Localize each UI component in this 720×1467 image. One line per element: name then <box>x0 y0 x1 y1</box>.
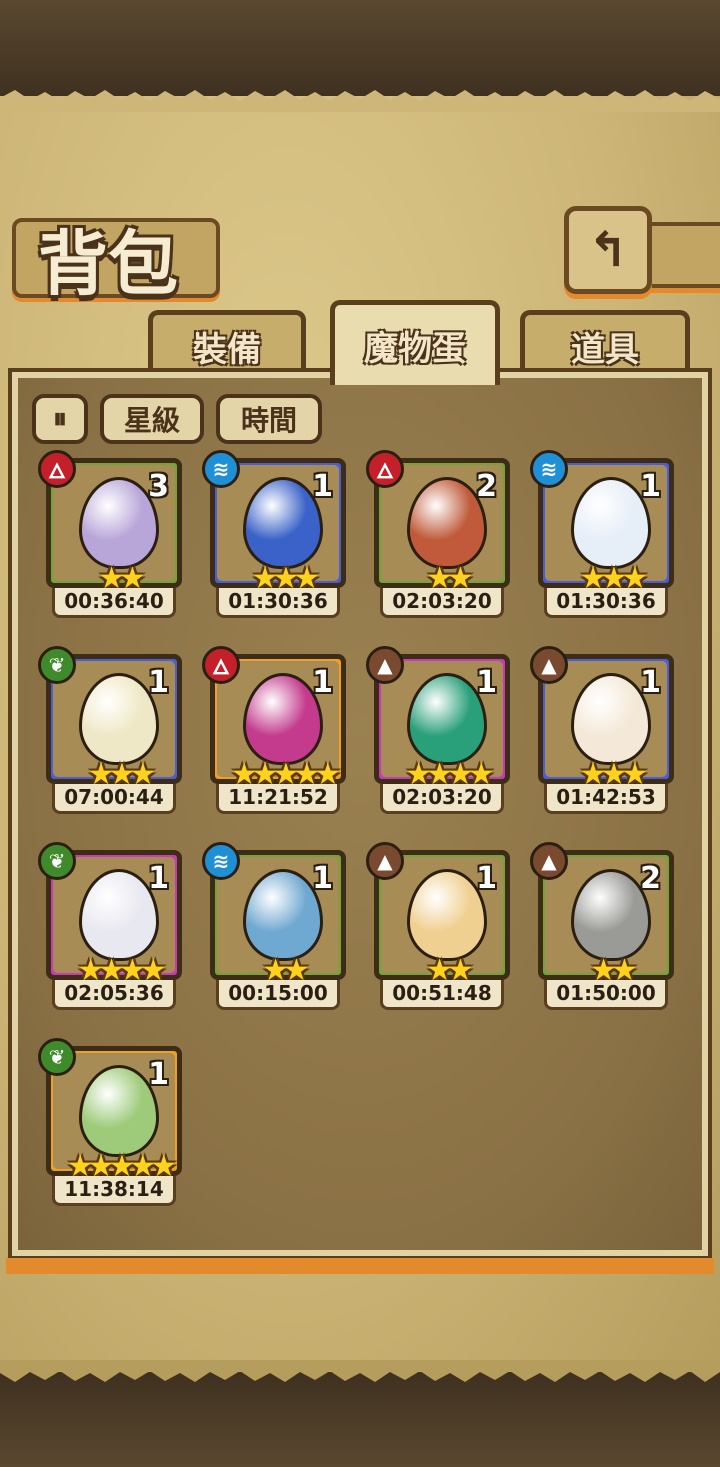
hatch-timer: 11:21:52 <box>216 784 340 814</box>
wood-element-icon: ❦ <box>38 842 76 880</box>
tab-items-label: 道具 <box>571 329 639 370</box>
sort-by-stars-label: 星級 <box>123 404 180 437</box>
egg-card[interactable]: 1 ★★★ ≋ 01:30:36 <box>530 450 674 620</box>
hatch-timer: 01:50:00 <box>544 980 668 1010</box>
hatch-timer: 11:38:14 <box>52 1176 176 1206</box>
egg-card[interactable]: 1 ★★★★ ▲ 02:03:20 <box>366 646 510 816</box>
water-element-icon: ≋ <box>530 450 568 488</box>
egg-card[interactable]: 1 ★★★★★ ❦ 11:38:14 <box>38 1038 182 1208</box>
earth-element-icon: ▲ <box>530 842 568 880</box>
sort-by-stars-button[interactable]: 星級 <box>100 394 204 444</box>
hatch-timer: 00:36:40 <box>52 588 176 618</box>
fire-element-icon: 🜂 <box>202 646 240 684</box>
egg-card[interactable]: 1 ★★★ ❦ 07:00:44 <box>38 646 182 816</box>
tab-equipment[interactable]: 裝備 <box>148 310 306 377</box>
earth-element-icon: ▲ <box>366 842 404 880</box>
tab-monster-eggs-label: 魔物蛋 <box>364 328 466 369</box>
fire-element-icon: 🜂 <box>38 450 76 488</box>
egg-count: 1 <box>640 469 661 504</box>
egg-count: 3 <box>148 469 169 504</box>
egg-card[interactable]: 1 ★★ ▲ 00:51:48 <box>366 842 510 1012</box>
egg-card[interactable]: 1 ★★ ≋ 00:15:00 <box>202 842 346 1012</box>
earth-element-icon: ▲ <box>530 646 568 684</box>
back-button-extension <box>645 222 720 288</box>
back-button[interactable]: ↰ <box>564 206 652 294</box>
panel-bottom-trim <box>6 1258 714 1274</box>
map-background-top <box>0 0 720 96</box>
torn-edge-bottom <box>0 1360 720 1382</box>
sort-by-time-button[interactable]: 時間 <box>216 394 322 444</box>
tab-monster-eggs[interactable]: 魔物蛋 <box>330 300 500 385</box>
hatch-timer: 01:30:36 <box>544 588 668 618</box>
hatch-timer: 00:15:00 <box>216 980 340 1010</box>
hatch-timer: 01:30:36 <box>216 588 340 618</box>
earth-element-icon: ▲ <box>366 646 404 684</box>
hatch-timer: 07:00:44 <box>52 784 176 814</box>
wood-element-icon: ❦ <box>38 1038 76 1076</box>
sort-order-toggle-button[interactable]: ⏸ <box>32 394 88 444</box>
hatch-timer: 00:51:48 <box>380 980 504 1010</box>
egg-count: 1 <box>476 861 497 896</box>
egg-count: 2 <box>640 861 661 896</box>
tab-items[interactable]: 道具 <box>520 310 690 377</box>
torn-edge-top <box>0 90 720 112</box>
egg-count: 1 <box>312 861 333 896</box>
egg-card[interactable]: 2 ★★ ▲ 01:50:00 <box>530 842 674 1012</box>
tab-equipment-label: 裝備 <box>193 329 261 370</box>
sort-by-time-label: 時間 <box>240 404 297 437</box>
hatch-timer: 02:05:36 <box>52 980 176 1010</box>
egg-card[interactable]: 3 ★★ 🜂 00:36:40 <box>38 450 182 620</box>
hatch-timer: 02:03:20 <box>380 784 504 814</box>
hatch-timer: 01:42:53 <box>544 784 668 814</box>
sort-toggle-icon: ⏸ <box>52 402 67 435</box>
fire-element-icon: 🜂 <box>366 450 404 488</box>
hatch-timer: 02:03:20 <box>380 588 504 618</box>
egg-card[interactable]: 2 ★★ 🜂 02:03:20 <box>366 450 510 620</box>
egg-card[interactable]: 1 ★★★★ ❦ 02:05:36 <box>38 842 182 1012</box>
wood-element-icon: ❦ <box>38 646 76 684</box>
egg-count: 1 <box>476 665 497 700</box>
water-element-icon: ≋ <box>202 842 240 880</box>
map-background-bottom <box>0 1372 720 1467</box>
egg-count: 1 <box>312 665 333 700</box>
egg-card[interactable]: 1 ★★★★★ 🜂 11:21:52 <box>202 646 346 816</box>
water-element-icon: ≋ <box>202 450 240 488</box>
egg-count: 1 <box>640 665 661 700</box>
egg-count: 1 <box>148 665 169 700</box>
egg-count: 1 <box>148 861 169 896</box>
egg-card[interactable]: 1 ★★★ ≋ 01:30:36 <box>202 450 346 620</box>
page-title: 背包 <box>38 222 178 305</box>
return-arrow-icon: ↰ <box>587 222 629 278</box>
egg-card[interactable]: 1 ★★★ ▲ 01:42:53 <box>530 646 674 816</box>
egg-count: 2 <box>476 469 497 504</box>
egg-count: 1 <box>312 469 333 504</box>
egg-count: 1 <box>148 1057 169 1092</box>
